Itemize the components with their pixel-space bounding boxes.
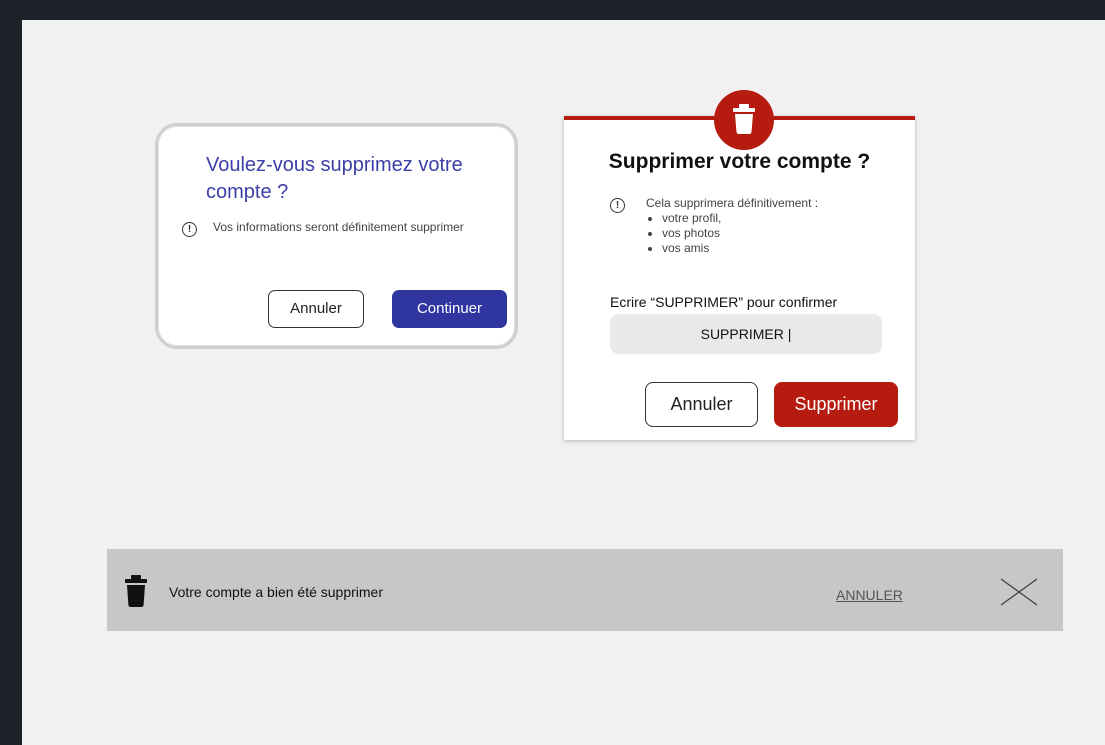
undo-link[interactable]: ANNULER	[836, 587, 903, 603]
trash-icon	[733, 104, 755, 134]
info-text: Vos informations seront définitement sup…	[213, 220, 464, 234]
delete-button[interactable]: Supprimer	[774, 382, 898, 427]
cancel-button[interactable]: Annuler	[268, 290, 364, 328]
continue-button[interactable]: Continuer	[392, 290, 507, 328]
dialog-title: Supprimer votre compte ?	[608, 150, 871, 173]
warning-text: Cela supprimera définitivement : votre p…	[646, 196, 876, 256]
info-icon: !	[182, 222, 197, 237]
trash-icon	[125, 575, 147, 607]
trash-badge	[714, 90, 774, 150]
warning-list: votre profil, vos photos vos amis	[646, 211, 876, 256]
warning-intro: Cela supprimera définitivement :	[646, 196, 819, 210]
info-icon: !	[610, 198, 625, 213]
list-item: vos photos	[662, 226, 876, 241]
snackbar: Votre compte a bien été supprimer ANNULE…	[107, 549, 1063, 631]
delete-account-dialog: Voulez-vous supprimez votre compte ? ! V…	[155, 123, 518, 349]
list-item: votre profil,	[662, 211, 876, 226]
list-item: vos amis	[662, 241, 876, 256]
confirm-label: Ecrire “SUPPRIMER” pour confirmer	[610, 294, 838, 310]
confirm-delete-dialog: Supprimer votre compte ? ! Cela supprime…	[564, 90, 915, 440]
confirm-input[interactable]: SUPPRIMER |	[610, 314, 882, 354]
snackbar-message: Votre compte a bien été supprimer	[169, 584, 384, 600]
cancel-button[interactable]: Annuler	[645, 382, 758, 427]
dialog-title: Voulez-vous supprimez votre compte ?	[206, 154, 463, 203]
close-icon[interactable]	[1000, 578, 1038, 606]
